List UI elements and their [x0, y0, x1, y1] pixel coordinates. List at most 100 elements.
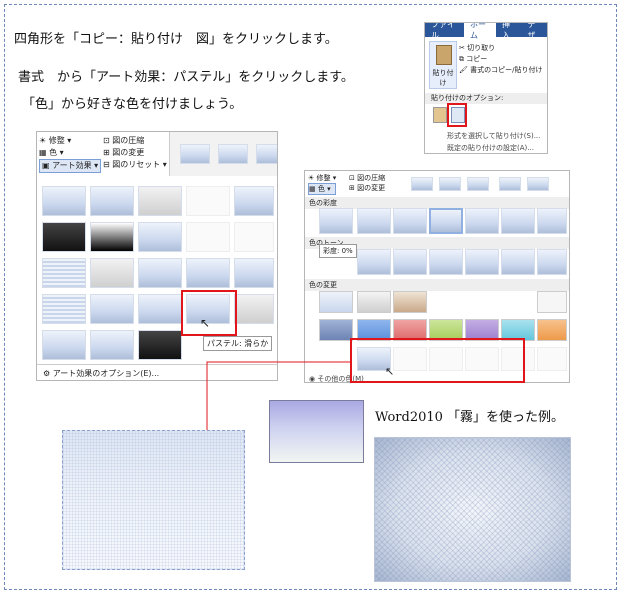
copy-item[interactable]: ⧉ コピー	[459, 54, 542, 65]
paste-button[interactable]: 貼り付け	[429, 41, 457, 89]
tab-insert[interactable]: 挿入	[496, 23, 521, 43]
cut-item[interactable]: ✂ 切り取り	[459, 43, 542, 54]
recolor-swatch[interactable]	[319, 319, 353, 341]
saturation-swatch[interactable]	[357, 208, 391, 234]
color-styles-gallery	[405, 173, 569, 195]
color-button[interactable]: ▦ 色 ▾	[39, 147, 101, 159]
effect-thumb[interactable]	[90, 186, 134, 216]
color-change-label: 図の変更	[357, 184, 386, 192]
style-thumb[interactable]	[499, 177, 521, 191]
tab-home[interactable]: ホーム	[463, 23, 497, 43]
pastel-tooltip: パステル: 滑らか	[203, 336, 273, 351]
color-label: 色	[49, 148, 58, 157]
instruction-line-3: 「色」から好きな色を付けましょう。	[22, 97, 243, 112]
saturation-swatch[interactable]	[537, 208, 567, 234]
change-label: 図の変更	[112, 148, 145, 157]
recolor-swatch[interactable]	[537, 291, 567, 313]
recolor-swatch[interactable]	[357, 291, 391, 313]
original-rectangle	[269, 400, 364, 463]
style-thumb[interactable]	[439, 177, 461, 191]
saturation-swatch[interactable]	[465, 208, 499, 234]
reset-icon: ⊟	[103, 160, 110, 169]
effect-thumb[interactable]	[138, 330, 182, 360]
style-thumb-3[interactable]	[256, 144, 277, 164]
effect-thumb[interactable]	[234, 258, 274, 288]
copy-label: コピー	[466, 55, 488, 63]
palette-icon: ◉	[309, 375, 316, 383]
effect-thumb[interactable]	[42, 222, 86, 252]
compress-label: 図の圧縮	[112, 136, 145, 145]
sun-icon: ☀	[308, 174, 315, 182]
effect-thumb[interactable]	[138, 222, 182, 252]
reset-label: 図のリセット	[112, 160, 161, 169]
corrections-button[interactable]: ☀ 修整 ▾	[39, 135, 101, 147]
effect-thumb[interactable]	[42, 186, 86, 216]
paste-keep-source-icon[interactable]	[433, 107, 447, 123]
effect-thumb[interactable]	[186, 222, 230, 252]
color-corrections-button[interactable]: ☀ 修整 ▾	[308, 173, 336, 183]
effect-thumb[interactable]	[90, 258, 134, 288]
color-compress-button[interactable]: ⊡ 図の圧縮	[349, 173, 385, 183]
tone-swatch[interactable]	[465, 249, 499, 275]
style-thumb[interactable]	[467, 177, 489, 191]
tone-swatch[interactable]	[501, 249, 535, 275]
saturation-swatch[interactable]	[501, 208, 535, 234]
effect-thumb[interactable]	[234, 222, 274, 252]
effect-thumb[interactable]	[138, 186, 182, 216]
corrections-label: 修整	[48, 136, 65, 145]
color-compress-label: 図の圧縮	[357, 174, 386, 182]
effect-thumb[interactable]	[90, 294, 134, 324]
sun-icon: ☀	[39, 136, 47, 145]
tab-design[interactable]: デザ	[522, 23, 547, 43]
change-picture-button[interactable]: ⊞ 図の変更	[103, 147, 167, 159]
default-paste-item[interactable]: 既定の貼り付けの設定(A)...	[447, 143, 534, 153]
effect-thumb[interactable]	[138, 294, 182, 324]
effect-thumb[interactable]	[90, 330, 134, 360]
tone-swatch[interactable]	[357, 249, 391, 275]
art-effects-label: アート効果	[52, 161, 92, 170]
style-thumb[interactable]	[411, 177, 433, 191]
change-picture-icon: ⊞	[349, 184, 355, 192]
brush-icon: 🖌	[459, 66, 468, 74]
effect-thumb[interactable]	[234, 294, 274, 324]
effect-thumb[interactable]	[138, 258, 182, 288]
effect-thumb[interactable]	[90, 222, 134, 252]
art-effects-options[interactable]: ⚙ アート効果のオプション(E)...	[37, 364, 277, 380]
effect-thumb[interactable]	[186, 258, 230, 288]
art-effects-options-label: アート効果のオプション(E)...	[52, 369, 160, 378]
style-thumb-2[interactable]	[218, 144, 248, 164]
color-color-button[interactable]: ▦ 色 ▾	[308, 183, 337, 195]
effect-thumb[interactable]	[186, 186, 230, 216]
reset-picture-button[interactable]: ⊟ 図のリセット ▾	[103, 159, 167, 171]
tone-swatch[interactable]	[429, 249, 463, 275]
style-thumb-1[interactable]	[180, 144, 210, 164]
recolor-swatch[interactable]	[537, 319, 567, 341]
color-icon: ▦	[309, 185, 316, 193]
effect-thumb[interactable]	[234, 186, 274, 216]
tab-file[interactable]: ファイル	[425, 23, 464, 43]
recolor-swatch[interactable]	[537, 347, 567, 371]
recolor-swatch[interactable]	[393, 291, 427, 313]
effect-thumb[interactable]	[42, 258, 86, 288]
paste-label: 貼り付け	[432, 69, 454, 87]
highlight-recolor-row	[350, 338, 525, 383]
pastel-result-image	[62, 430, 245, 570]
style-thumb[interactable]	[527, 177, 549, 191]
saturation-swatch[interactable]	[393, 208, 427, 234]
tone-swatch[interactable]	[393, 249, 427, 275]
effect-thumb[interactable]	[42, 330, 86, 360]
saturation-swatch-selected[interactable]	[429, 208, 463, 234]
compress-icon: ⊡	[103, 136, 110, 145]
saturation-swatch[interactable]	[319, 208, 353, 234]
art-effects-button[interactable]: ▣ アート効果 ▾	[39, 159, 102, 173]
cut-label: 切り取り	[467, 44, 496, 52]
fog-example-image	[374, 437, 571, 582]
format-painter-item[interactable]: 🖌 書式のコピー/貼り付け	[459, 65, 542, 76]
ribbon-tab-bar: ファイル ホーム 挿入 デザ	[425, 23, 547, 43]
effect-thumb[interactable]	[42, 294, 86, 324]
recolor-swatch[interactable]	[319, 291, 353, 313]
tone-swatch[interactable]	[537, 249, 567, 275]
compress-button[interactable]: ⊡ 図の圧縮	[103, 135, 167, 147]
paste-special-item[interactable]: 形式を選択して貼り付け(S)...	[447, 131, 540, 141]
color-change-button[interactable]: ⊞ 図の変更	[349, 183, 385, 193]
